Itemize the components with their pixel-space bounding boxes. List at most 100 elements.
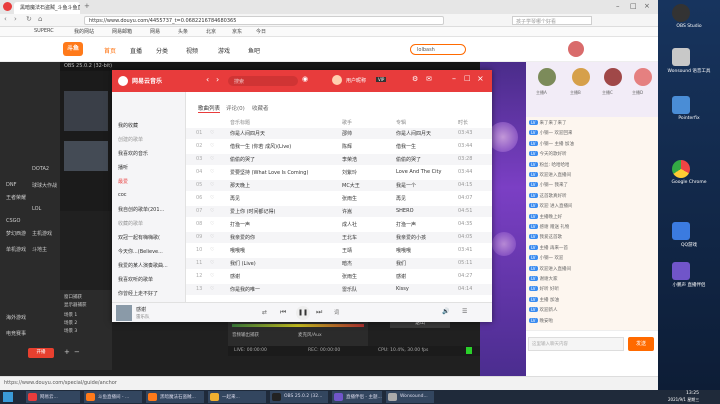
- song-album[interactable]: Kissy: [396, 286, 454, 292]
- sidebar-playlist-item[interactable]: 最爱: [118, 178, 128, 185]
- song-album[interactable]: 打渔一声: [396, 221, 454, 228]
- song-artist[interactable]: 成人社: [342, 221, 392, 228]
- song-artist[interactable]: 许嵩: [342, 208, 392, 215]
- song-album[interactable]: 偷偷的哭了: [396, 156, 454, 163]
- chat-input[interactable]: 这里输入聊天内容: [528, 337, 624, 351]
- close-icon[interactable]: ×: [477, 74, 484, 83]
- next-icon[interactable]: ⏭: [316, 308, 322, 317]
- category-item[interactable]: 梦幻西游: [6, 230, 26, 237]
- like-icon[interactable]: ♡: [210, 260, 214, 266]
- category-item[interactable]: 主机游戏: [32, 230, 52, 237]
- minimize-icon[interactable]: –: [452, 74, 456, 83]
- settings-icon[interactable]: ⚙: [412, 75, 418, 83]
- song-artist[interactable]: 雷乐队: [342, 286, 392, 293]
- douyu-logo[interactable]: 斗鱼: [63, 42, 83, 56]
- obs-desktop-icon[interactable]: [672, 4, 690, 22]
- category-item[interactable]: LOL: [32, 206, 41, 212]
- start-button[interactable]: [3, 392, 13, 402]
- pointerfix-desktop-icon[interactable]: [672, 96, 690, 114]
- sidebar-playlist-item[interactable]: 我喜欢的音乐: [118, 150, 148, 157]
- mail-icon[interactable]: ✉: [426, 75, 432, 83]
- source-item[interactable]: 窗口捕获: [64, 294, 82, 300]
- album-cover[interactable]: [116, 305, 132, 321]
- scene-item[interactable]: 场景 1: [64, 312, 77, 318]
- like-icon[interactable]: ♡: [210, 182, 214, 188]
- like-icon[interactable]: ♡: [210, 234, 214, 240]
- now-playing-title[interactable]: 感谢: [136, 306, 146, 313]
- song-artist[interactable]: 张雨生: [342, 195, 392, 202]
- tab-songs[interactable]: 歌曲列表: [198, 104, 221, 113]
- column-album[interactable]: 专辑: [396, 119, 406, 126]
- song-album[interactable]: 你是人间四月天: [396, 130, 454, 137]
- netease-avatar[interactable]: [332, 75, 342, 85]
- clock-time[interactable]: 13:25: [686, 391, 699, 396]
- sidebar-playlist-item[interactable]: 我的收藏: [118, 122, 138, 129]
- sidebar-playlist-item[interactable]: coc: [118, 192, 127, 198]
- chrome-desktop-icon[interactable]: [672, 160, 690, 178]
- back-icon[interactable]: ‹: [206, 75, 209, 84]
- mic-icon[interactable]: ◉: [302, 75, 308, 83]
- category-item[interactable]: 王者荣耀: [6, 194, 26, 201]
- bookmark[interactable]: 我的网站: [74, 28, 94, 35]
- song-row[interactable]: 06 ♡ 再见 张雨生 再见 04:07: [186, 193, 492, 204]
- song-row[interactable]: 13 ♡ 你是我的唯一 雷乐队 Kissy 04:14: [186, 284, 492, 295]
- category-item[interactable]: 海外游戏: [6, 314, 26, 321]
- column-duration[interactable]: 时长: [458, 119, 468, 126]
- category-item[interactable]: 单机游戏: [6, 246, 26, 253]
- like-icon[interactable]: ♡: [210, 208, 214, 214]
- site-search-input[interactable]: lolbash: [410, 44, 466, 55]
- bookmark[interactable]: 头条: [178, 28, 188, 35]
- nav-game[interactable]: 游戏: [218, 46, 230, 55]
- nav-live[interactable]: 直播: [130, 46, 142, 55]
- anchor-avatar[interactable]: [604, 68, 622, 86]
- like-icon[interactable]: ♡: [210, 286, 214, 292]
- taskbar-button[interactable]: 直播伴侣 - 主题...: [332, 391, 382, 403]
- netease-username[interactable]: 用户昵称: [346, 77, 366, 84]
- bookmark[interactable]: 网易邮箱: [112, 28, 132, 35]
- new-tab-button[interactable]: +: [84, 2, 90, 10]
- sidebar-playlist-item[interactable]: 双冠一起有嗨嗨歌(: [118, 234, 160, 241]
- minimize-icon[interactable]: –: [616, 2, 620, 10]
- song-artist[interactable]: 刘紫玲: [342, 169, 392, 176]
- column-title[interactable]: 音乐标题: [230, 119, 250, 126]
- taskbar-button[interactable]: OBS 25.0.2 (32...: [270, 391, 328, 403]
- category-item[interactable]: CSGO: [6, 218, 20, 224]
- taskbar-button[interactable]: Wonsound...: [386, 391, 434, 403]
- tab-douyu[interactable]: 黑暗魔法石盗贼_斗鱼斗鱼直播: [14, 2, 80, 14]
- song-album[interactable]: 再见: [396, 195, 454, 202]
- like-icon[interactable]: ♡: [210, 130, 214, 136]
- song-album[interactable]: Love And The City: [396, 169, 454, 175]
- nav-yuba[interactable]: 鱼吧: [248, 46, 260, 55]
- anchor-avatar[interactable]: [538, 68, 556, 86]
- send-button[interactable]: 发送: [628, 337, 654, 351]
- song-artist[interactable]: 王北车: [342, 234, 392, 241]
- refresh-icon[interactable]: ↻: [26, 15, 32, 23]
- category-item[interactable]: DOTA2: [32, 166, 49, 172]
- song-row[interactable]: 07 ♡ 爱上你 (时间都记得) 许嵩 SHERO 04:51: [186, 206, 492, 217]
- taskbar-button[interactable]: 一起来...: [208, 391, 266, 403]
- wonsound-desktop-icon[interactable]: [672, 48, 690, 66]
- nav-category[interactable]: 分类: [156, 46, 168, 55]
- url-input[interactable]: https://www.douyu.com/4455737_t=0.068221…: [84, 16, 444, 25]
- like-icon[interactable]: ♡: [210, 143, 214, 149]
- taskbar-button[interactable]: 网易云...: [26, 391, 80, 403]
- song-row[interactable]: 12 ♡ 感谢 张雨生 感谢 04:27: [186, 271, 492, 282]
- source-item[interactable]: 显示器捕获: [64, 302, 87, 308]
- song-artist[interactable]: 邵帅: [342, 130, 392, 137]
- song-artist[interactable]: 李荣浩: [342, 156, 392, 163]
- maximize-icon[interactable]: □: [464, 74, 471, 82]
- taskbar-button[interactable]: 黑暗魔法石盗贼...: [146, 391, 204, 403]
- netease-search-input[interactable]: 搜索: [228, 76, 298, 86]
- now-playing-artist[interactable]: 雷乐队: [136, 314, 150, 320]
- bookmark[interactable]: 网易: [150, 28, 160, 35]
- forward-icon[interactable]: ›: [14, 15, 17, 23]
- close-icon[interactable]: ×: [644, 2, 650, 10]
- like-icon[interactable]: ♡: [210, 247, 214, 253]
- song-row[interactable]: 02 ♡ 借我一生 (你若 成风)(Live) 陈辉 借我一生 03:44: [186, 141, 492, 152]
- add-source-icon[interactable]: +: [64, 348, 70, 356]
- song-album[interactable]: 我是一个: [396, 182, 454, 189]
- song-row[interactable]: 11 ♡ 我们 (Live) 暗杰 我们 05:11: [186, 258, 492, 269]
- song-row[interactable]: 08 ♡ 打渔一声 成人社 打渔一声 04:35: [186, 219, 492, 230]
- song-album[interactable]: 我们: [396, 260, 454, 267]
- like-icon[interactable]: ♡: [210, 195, 214, 201]
